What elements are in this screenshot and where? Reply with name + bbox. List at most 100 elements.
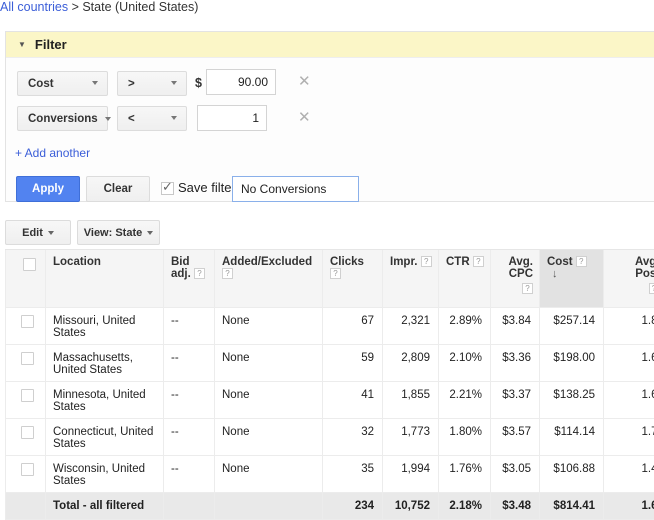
- column-label: Location: [53, 256, 101, 268]
- apply-button[interactable]: Apply: [16, 176, 80, 202]
- sort-descending-icon: ↓: [552, 268, 558, 280]
- row-select-cell: [5, 381, 46, 419]
- row-select-cell: [5, 455, 46, 493]
- total-empty-cell: [5, 492, 46, 520]
- remove-filter-icon[interactable]: ✕: [298, 74, 311, 89]
- help-icon[interactable]: ?: [194, 268, 206, 279]
- total-ctr-cell: 2.18%: [438, 492, 491, 520]
- breadcrumb-all-countries-link[interactable]: All countries: [0, 0, 68, 14]
- help-icon[interactable]: ?: [472, 256, 484, 267]
- table-header-row: Location Bid adj. ? Added/Excluded ? Cli…: [5, 249, 654, 308]
- breadcrumb: All countries > State (United States): [0, 0, 198, 16]
- edit-dropdown-button[interactable]: Edit: [5, 220, 71, 245]
- filter-operator-label: <: [128, 112, 135, 125]
- clicks-cell: 35: [322, 455, 383, 493]
- save-filter-name-input[interactable]: [232, 176, 359, 202]
- column-header-cost[interactable]: Cost ? ↓: [539, 249, 604, 308]
- total-avg-pos-cell: 1.6: [603, 492, 654, 520]
- currency-prefix: $: [195, 76, 202, 90]
- help-icon[interactable]: ?: [575, 256, 587, 267]
- help-icon[interactable]: ?: [648, 283, 654, 294]
- row-select-cell: [5, 344, 46, 382]
- filter-title: Filter: [34, 37, 67, 52]
- collapse-triangle-icon: ▼: [18, 40, 26, 49]
- added-excluded-cell: None: [214, 307, 323, 345]
- total-row: Total - all filtered 234 10,752 2.18% $3.48 $…: [5, 492, 654, 520]
- column-header-location[interactable]: Location: [45, 249, 164, 308]
- column-header-clicks[interactable]: Clicks ?: [322, 249, 383, 308]
- filter-operator-label: >: [128, 77, 135, 90]
- column-label: CTR: [446, 256, 470, 268]
- remove-filter-icon[interactable]: ✕: [298, 110, 311, 125]
- clicks-cell: 59: [322, 344, 383, 382]
- column-header-added-excluded[interactable]: Added/Excluded ?: [214, 249, 323, 308]
- column-label: Avg. CPC: [508, 256, 534, 280]
- row-checkbox[interactable]: [21, 389, 34, 402]
- column-header-bid-adj[interactable]: Bid adj. ?: [163, 249, 215, 308]
- clicks-cell: 32: [322, 418, 383, 456]
- select-all-checkbox[interactable]: [23, 258, 36, 271]
- save-filter-label: Save filter: [178, 180, 236, 195]
- avg-pos-cell: 1.4: [603, 455, 654, 493]
- row-checkbox[interactable]: [21, 426, 34, 439]
- add-another-link[interactable]: + Add another: [15, 146, 90, 160]
- row-checkbox[interactable]: [21, 315, 34, 328]
- cost-cell: $114.14: [539, 418, 604, 456]
- checkmark-icon: ✓: [162, 179, 173, 194]
- clear-button[interactable]: Clear: [86, 176, 150, 202]
- total-label-cell: Total - all filtered: [45, 492, 164, 520]
- chevron-down-icon: [147, 230, 154, 235]
- avg-cpc-cell: $3.84: [490, 307, 540, 345]
- help-icon[interactable]: ?: [330, 268, 341, 279]
- total-cost-cell: $814.41: [539, 492, 604, 520]
- help-icon[interactable]: ?: [222, 268, 233, 279]
- added-excluded-cell: None: [214, 381, 323, 419]
- filter-header[interactable]: ▼ Filter: [6, 32, 654, 58]
- location-cell: Missouri, United States: [45, 307, 164, 345]
- location-cell: Minnesota, United States: [45, 381, 164, 419]
- total-clicks-cell: 234: [322, 492, 383, 520]
- column-header-impr[interactable]: Impr. ?: [382, 249, 439, 308]
- view-label: View: State: [83, 226, 143, 239]
- select-all-cell: [5, 249, 46, 308]
- bid-adj-cell[interactable]: --: [163, 381, 215, 419]
- help-icon[interactable]: ?: [420, 256, 432, 267]
- row-select-cell: [5, 307, 46, 345]
- bid-adj-cell[interactable]: --: [163, 344, 215, 382]
- filter-operator-dropdown-2[interactable]: <: [117, 106, 187, 131]
- ctr-cell: 1.76%: [438, 455, 491, 493]
- filter-field-label: Conversions: [28, 112, 98, 125]
- location-cell: Connecticut, United States: [45, 418, 164, 456]
- avg-pos-cell: 1.6: [603, 381, 654, 419]
- chevron-down-icon: [47, 230, 54, 235]
- column-header-avg-cpc[interactable]: Avg. CPC?: [490, 249, 540, 308]
- bid-adj-cell[interactable]: --: [163, 455, 215, 493]
- table-row: Minnesota, United States -- None 41 1,85…: [5, 381, 654, 419]
- filter-value-input-2[interactable]: [197, 105, 267, 131]
- column-header-avg-pos[interactable]: Avg. Pos.?: [603, 249, 654, 308]
- bid-adj-cell[interactable]: --: [163, 307, 215, 345]
- column-label: Added/Excluded: [222, 256, 313, 268]
- total-avg-cpc-cell: $3.48: [490, 492, 540, 520]
- clicks-cell: 67: [322, 307, 383, 345]
- filter-value-input-1[interactable]: [206, 69, 276, 95]
- ctr-cell: 1.80%: [438, 418, 491, 456]
- chevron-down-icon: [171, 81, 177, 85]
- added-excluded-cell: None: [214, 344, 323, 382]
- total-empty-cell: [163, 492, 215, 520]
- column-label: Bid adj.: [171, 256, 191, 280]
- ctr-cell: 2.10%: [438, 344, 491, 382]
- filter-field-dropdown-1[interactable]: Cost: [17, 71, 108, 96]
- filter-operator-dropdown-1[interactable]: >: [117, 71, 187, 96]
- column-header-ctr[interactable]: CTR ?: [438, 249, 491, 308]
- bid-adj-cell[interactable]: --: [163, 418, 215, 456]
- save-filter-checkbox[interactable]: ✓: [161, 179, 174, 195]
- filter-field-dropdown-2[interactable]: Conversions: [17, 106, 111, 131]
- view-dropdown-button[interactable]: View: State: [77, 220, 160, 245]
- column-label: Cost: [547, 256, 573, 268]
- help-icon[interactable]: ?: [522, 283, 533, 294]
- total-empty-cell: [214, 492, 323, 520]
- breadcrumb-current: State (United States): [82, 0, 199, 14]
- row-checkbox[interactable]: [21, 352, 34, 365]
- row-checkbox[interactable]: [21, 463, 34, 476]
